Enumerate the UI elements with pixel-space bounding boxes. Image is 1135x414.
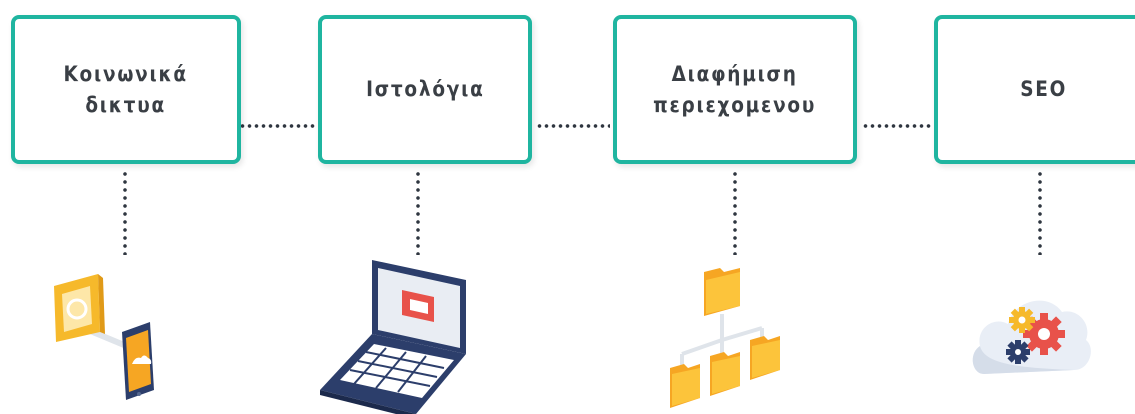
connector-1-2 (232, 124, 316, 128)
vertical-connector-2 (416, 170, 420, 255)
content-marketing-diagram: Κοινωνικά δικτυα Ιστολόγια Διαφήμιση περ… (0, 0, 1135, 414)
connector-3-4 (862, 124, 932, 128)
cloud-gears-icon (972, 300, 1091, 374)
step-label-seo: SEO (1020, 77, 1067, 101)
folder-hierarchy-icon (670, 268, 780, 408)
connector-2-3 (536, 124, 610, 128)
step-box-blogs: Ιστολόγια (318, 15, 532, 164)
step-label-social-networks: Κοινωνικά δικτυα (63, 61, 189, 117)
social-media-icon (54, 274, 154, 400)
vertical-connector-4 (1038, 170, 1042, 255)
step-box-content-advertising: Διαφήμιση περιεχομενου (613, 15, 857, 164)
laptop-blog-icon (320, 260, 466, 414)
step-box-seo: SEO (934, 15, 1135, 164)
vertical-connector-3 (733, 170, 737, 255)
step-box-social-networks: Κοινωνικά δικτυα (11, 15, 241, 164)
step-label-blogs: Ιστολόγια (365, 77, 485, 101)
step-label-content-advertising: Διαφήμιση περιεχομενου (653, 61, 817, 117)
vertical-connector-1 (123, 170, 127, 255)
